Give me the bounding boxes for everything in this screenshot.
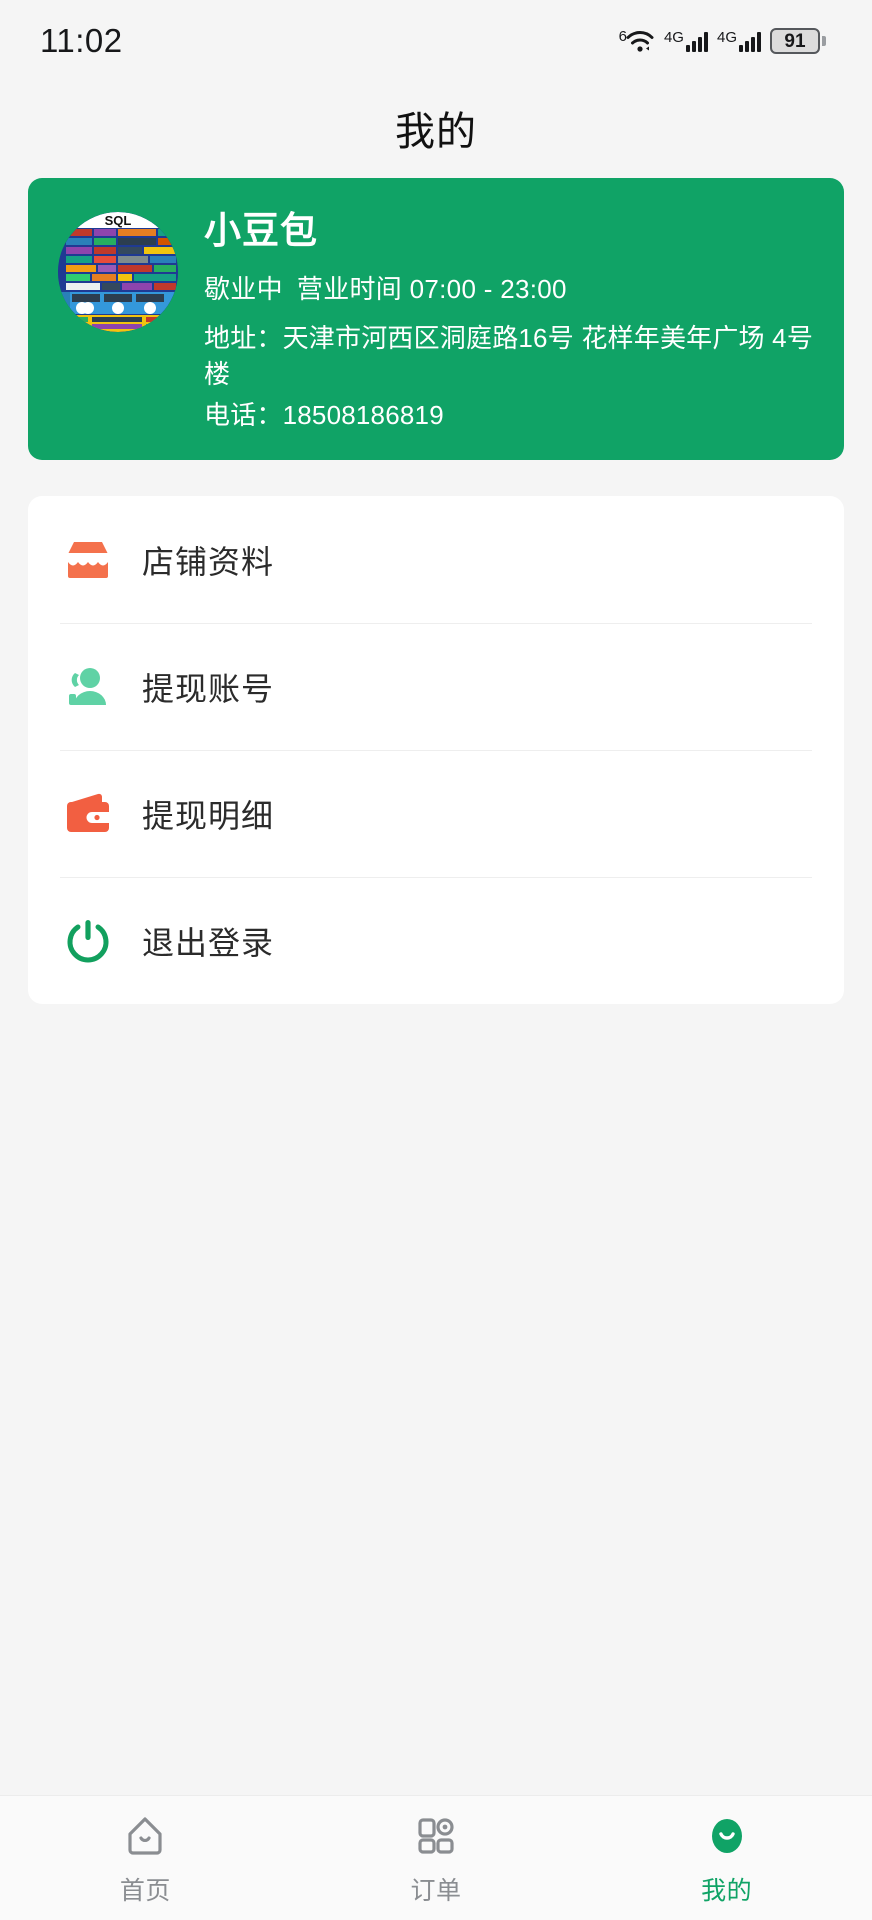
battery-cap: [822, 36, 826, 46]
profile-card-wrapper: SQL 小豆包 歇业中 营业时间 07:00 - 23:00 地址：天津市河西区…: [0, 174, 872, 461]
business-hours-value: 07:00 - 23:00: [409, 273, 567, 304]
person-icon: [60, 659, 116, 715]
bottom-tab-bar: 首页 订单 我的: [0, 1795, 872, 1920]
menu-list: 店铺资料 提现账号 提现明细 退出登录: [28, 496, 844, 1005]
wallet-icon: [60, 786, 116, 842]
shop-info: 小豆包 歇业中 营业时间 07:00 - 23:00 地址：天津市河西区洞庭路16…: [204, 208, 818, 432]
status-icons: 6 4G 4G 91: [619, 28, 826, 54]
tab-label: 首页: [119, 1876, 171, 1905]
battery-icon: 91: [770, 28, 826, 54]
menu-item-shop-info[interactable]: 店铺资料: [28, 496, 844, 623]
menu-item-logout[interactable]: 退出登录: [28, 877, 844, 1004]
shop-hours-row: 歇业中 营业时间 07:00 - 23:00: [204, 269, 818, 306]
menu-item-label: 提现明细: [142, 797, 275, 834]
signal-4g-icon-2: 4G: [717, 30, 761, 52]
app-screen: 11:02 6 4G 4G 91 我的 SQL 小豆包 歇业中 营业时间 07:…: [0, 0, 872, 1920]
shop-profile-card[interactable]: SQL 小豆包 歇业中 营业时间 07:00 - 23:00 地址：天津市河西区…: [28, 178, 844, 461]
tab-home[interactable]: 首页: [0, 1796, 291, 1920]
menu-item-withdraw-account[interactable]: 提现账号: [28, 623, 844, 750]
sql-cheatsheet-avatar-image: SQL: [58, 212, 178, 332]
home-icon: [121, 1810, 169, 1862]
battery-percent-label: 91: [784, 30, 806, 52]
page-title: 我的: [395, 110, 477, 154]
menu-wrapper: 店铺资料 提现账号 提现明细 退出登录: [0, 460, 872, 1005]
page-header: 我的: [0, 82, 872, 174]
shop-address: 地址：天津市河西区洞庭路16号 花样年美年广场 4号楼: [204, 322, 814, 390]
tab-orders[interactable]: 订单: [291, 1796, 582, 1920]
signal-bars-2: [739, 30, 761, 52]
tab-profile[interactable]: 我的: [581, 1796, 872, 1920]
menu-item-withdraw-details[interactable]: 提现明细: [28, 750, 844, 877]
power-icon: [60, 913, 116, 969]
signal-4g-icon-1: 4G: [664, 30, 708, 52]
menu-item-label: 店铺资料: [142, 543, 275, 580]
menu-item-label: 退出登录: [142, 924, 275, 961]
shop-status-label: 歇业中: [204, 273, 283, 304]
menu-item-label: 提现账号: [142, 670, 275, 707]
tab-label: 我的: [701, 1876, 753, 1905]
shop-phone: 电话：18508186819: [204, 400, 444, 431]
wifi-6-plus-icon: 6: [619, 28, 655, 54]
tab-label: 订单: [410, 1876, 462, 1905]
signal-bars-1: [685, 30, 708, 52]
business-hours-label: 营业时间: [296, 273, 403, 304]
network-type-label-1: 4G: [663, 29, 684, 46]
status-time: 11:02: [40, 22, 123, 59]
shop-name: 小豆包: [204, 210, 318, 251]
avatar[interactable]: SQL: [58, 212, 178, 332]
shop-icon: [60, 532, 116, 588]
status-bar: 11:02 6 4G 4G 91: [0, 0, 872, 82]
orders-icon: [412, 1810, 460, 1862]
network-type-label-2: 4G: [716, 29, 737, 46]
profile-icon: [703, 1810, 751, 1862]
svg-text:SQL: SQL: [105, 213, 132, 228]
